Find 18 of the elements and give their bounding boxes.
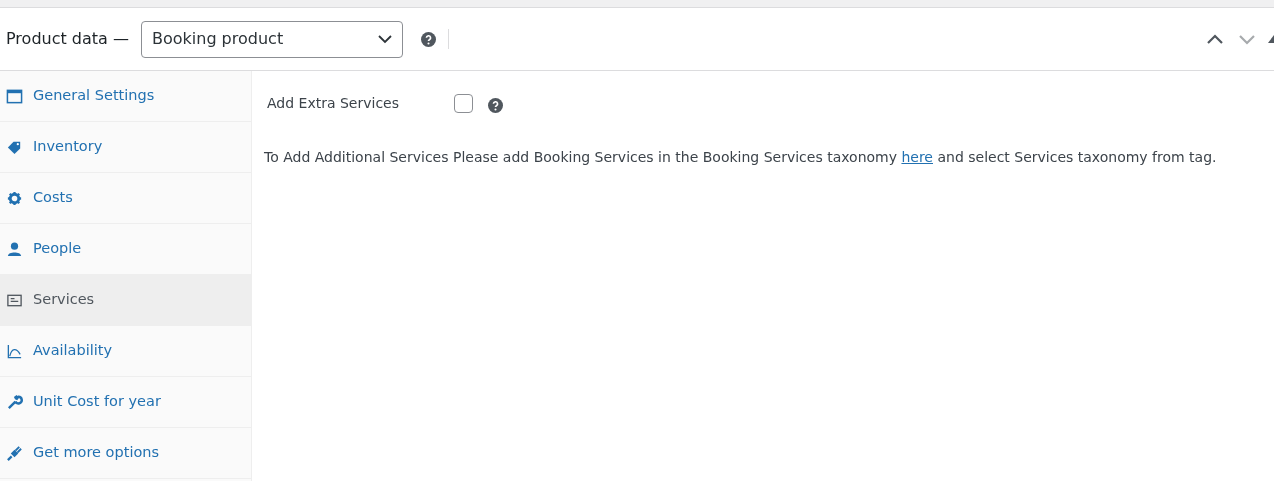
checkbox[interactable]: [454, 94, 473, 113]
gear-icon: [6, 189, 23, 207]
sidebar-tab[interactable]: Services: [0, 275, 251, 326]
collapse-icon[interactable]: [1268, 35, 1274, 43]
taxonomy-link[interactable]: here: [901, 149, 933, 165]
chart-icon: [6, 342, 23, 360]
field-label: Add Extra Services: [266, 94, 400, 113]
move-up-icon[interactable]: [1206, 33, 1224, 45]
window-icon: [6, 87, 23, 105]
product-type-select[interactable]: Booking product: [140, 20, 403, 58]
plug-icon: [6, 444, 23, 462]
help-text: To Add Additional Services Please add Booking Services in the Booking Services taxonomy here and select Services taxonomy from tag.: [264, 148, 1218, 167]
caret-icon: [377, 34, 392, 44]
panel-title: Product data —: [6, 28, 129, 50]
help-icon[interactable]: [488, 98, 503, 113]
help-icon[interactable]: [420, 31, 436, 47]
person-icon: [6, 240, 23, 258]
wrench-icon: [6, 393, 23, 411]
